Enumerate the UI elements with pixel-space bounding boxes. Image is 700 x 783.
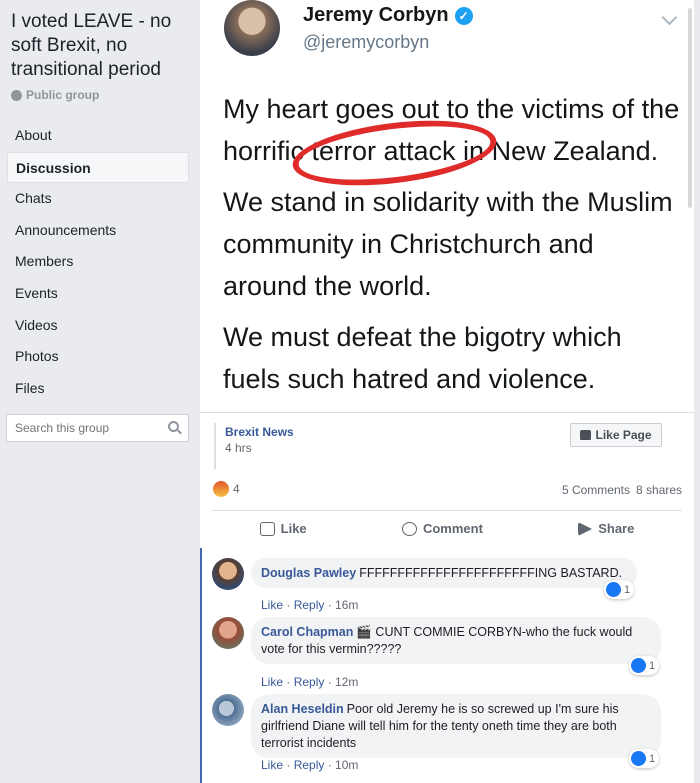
comment-bubble: Douglas Pawley FFFFFFFFFFFFFFFFFFFFFFFING… — [251, 558, 637, 588]
comment-like-link[interactable]: Like — [261, 675, 283, 689]
tweet-author-name: Jeremy Corbyn — [303, 4, 449, 26]
engagement-counts: 5 Comments 8 shares — [562, 483, 682, 497]
post-timestamp[interactable]: 4 hrs — [225, 441, 294, 455]
angry-reaction-icon — [213, 481, 229, 497]
avatar[interactable] — [212, 694, 244, 726]
nav-item-announcements[interactable]: Announcements — [7, 215, 189, 247]
comment-time[interactable]: 16m — [335, 598, 358, 612]
nav-item-chats[interactable]: Chats — [7, 183, 189, 215]
comment-reply-link[interactable]: Reply — [294, 598, 325, 612]
nav-item-about[interactable]: About — [7, 120, 189, 152]
like-reaction-icon — [631, 658, 646, 673]
search-icon[interactable] — [168, 421, 179, 432]
tweet-avatar — [224, 0, 280, 56]
group-title[interactable]: I voted LEAVE - no soft Brexit, no trans… — [11, 10, 193, 82]
nav-item-discussion[interactable]: Discussion — [7, 151, 189, 184]
shared-page-info: Brexit News 4 hrs — [214, 423, 294, 469]
comment-reply-link[interactable]: Reply — [294, 675, 325, 689]
commenter-name[interactable]: Douglas Pawley — [261, 566, 356, 580]
nav-item-videos[interactable]: Videos — [7, 310, 189, 342]
globe-icon — [11, 89, 22, 101]
image-scrollbar — [688, 8, 692, 208]
comment-reactions[interactable]: 1 — [604, 580, 635, 599]
page-name-link[interactable]: Brexit News — [225, 425, 294, 439]
chevron-down-icon — [661, 9, 678, 26]
verified-badge-icon: ✓ — [454, 6, 473, 25]
comments-section: Douglas Pawley FFFFFFFFFFFFFFFFFFFFFFFING… — [200, 548, 694, 783]
share-button[interactable]: Share — [578, 521, 634, 536]
nav-item-members[interactable]: Members — [7, 246, 189, 278]
group-sidebar: I voted LEAVE - no soft Brexit, no trans… — [0, 0, 200, 783]
comment-meta: Like · Reply · 10m — [261, 758, 359, 772]
avatar[interactable] — [212, 617, 244, 649]
like-page-label: Like Page — [595, 428, 652, 442]
nav-item-photos[interactable]: Photos — [7, 341, 189, 373]
comment-reaction-count: 1 — [624, 583, 631, 596]
group-privacy: Public group — [11, 88, 99, 102]
shares-count[interactable]: 8 shares — [636, 483, 682, 497]
privacy-label: Public group — [26, 88, 100, 102]
like-page-button[interactable]: Like Page — [570, 423, 662, 447]
post-actions: Like Comment Share — [212, 510, 682, 546]
group-search[interactable] — [6, 414, 189, 442]
thumbs-up-icon — [259, 521, 275, 536]
like-reaction-icon — [606, 582, 621, 597]
like-reaction-icon — [631, 751, 646, 766]
commenter-name[interactable]: Alan Heseldin — [261, 702, 344, 716]
search-input[interactable] — [15, 416, 165, 440]
comment-time[interactable]: 10m — [335, 758, 358, 772]
comment-bubble: Alan Heseldin Poor old Jeremy he is so sc… — [251, 694, 661, 758]
comment-time[interactable]: 12m — [335, 675, 358, 689]
comment-reply-link[interactable]: Reply — [294, 758, 325, 772]
tweet-handle: @jeremycorbyn — [303, 32, 430, 52]
tweet-author: Jeremy Corbyn ✓ — [303, 4, 473, 27]
comment-icon — [401, 521, 417, 536]
tweet-screenshot-image[interactable]: Jeremy Corbyn ✓ @jeremycorbyn My heart g… — [200, 0, 694, 412]
tweet-paragraph: We stand in solidarity with the Muslim c… — [223, 187, 673, 301]
comment-button[interactable]: Comment — [401, 521, 483, 536]
comments-count[interactable]: 5 Comments — [562, 483, 630, 497]
comment-meta: Like · Reply · 16m — [261, 598, 359, 612]
group-nav: About Discussion Chats Announcements Mem… — [7, 120, 189, 404]
tweet-paragraph: We must defeat the bigotry which fuels s… — [223, 322, 622, 394]
comment-reaction-count: 1 — [649, 752, 656, 765]
comment-reactions[interactable]: 1 — [629, 656, 660, 675]
post-footer: Brexit News 4 hrs Like Page 4 5 Comments… — [200, 412, 694, 547]
comment-meta: Like · Reply · 12m — [261, 675, 359, 689]
reaction-summary[interactable]: 4 — [213, 481, 240, 497]
share-label: Share — [598, 521, 635, 536]
commenter-name[interactable]: Carol Chapman — [261, 625, 353, 639]
comment-like-link[interactable]: Like — [261, 758, 283, 772]
comment-text: FFFFFFFFFFFFFFFFFFFFFFFING BASTARD. — [359, 566, 623, 580]
comment-reaction-count: 1 — [649, 659, 656, 672]
comment-reactions[interactable]: 1 — [629, 749, 660, 768]
comment-label: Comment — [422, 521, 483, 536]
like-button[interactable]: Like — [259, 521, 307, 536]
thumbs-up-icon — [580, 430, 592, 440]
comment-like-link[interactable]: Like — [261, 598, 283, 612]
reaction-count: 4 — [233, 482, 240, 496]
comment-bubble: Carol Chapman 🎬 CUNT COMMIE CORBYN-who th… — [251, 617, 661, 664]
like-label: Like — [280, 521, 307, 536]
avatar[interactable] — [212, 558, 244, 590]
nav-item-events[interactable]: Events — [7, 278, 189, 310]
nav-item-files[interactable]: Files — [7, 373, 189, 405]
page-edge — [694, 0, 700, 783]
share-icon — [578, 521, 593, 536]
